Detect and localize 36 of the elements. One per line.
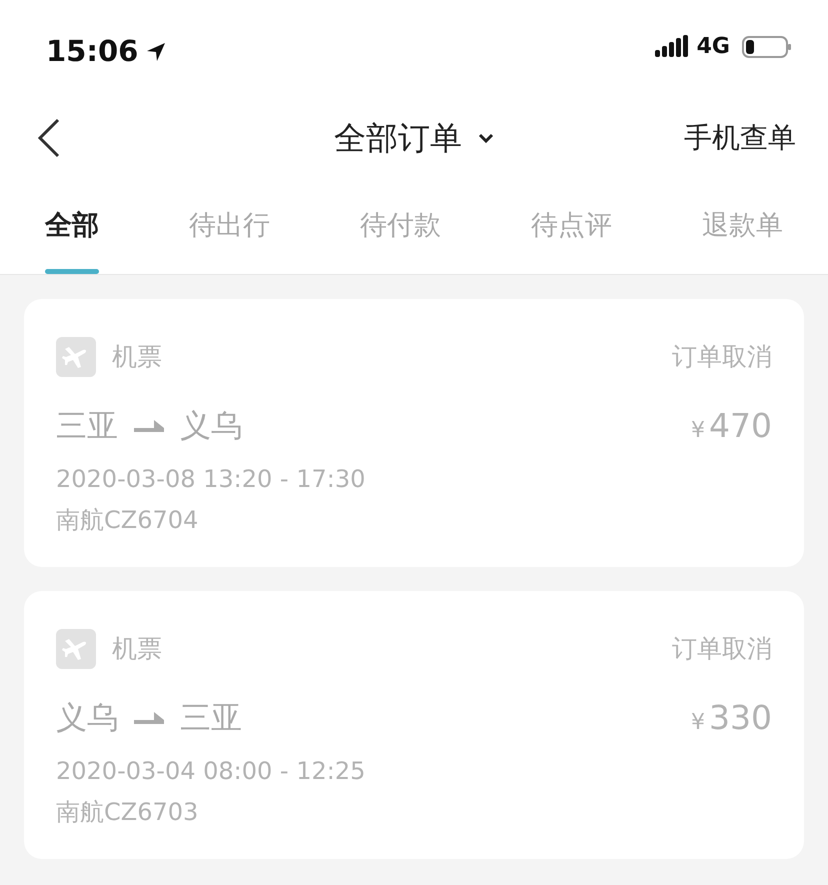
title-dropdown[interactable]: 全部订单 xyxy=(334,114,494,162)
order-card[interactable]: 机票 订单取消 三亚 义乌 ¥470 2020-03-08 13:20 - 17:30 南航CZ6704 xyxy=(24,299,804,567)
departure-city: 三亚 xyxy=(56,406,118,446)
plane-icon xyxy=(56,629,96,669)
order-category: 机票 xyxy=(112,633,162,666)
route-arrow-icon xyxy=(134,712,164,724)
order-status: 订单取消 xyxy=(672,341,772,374)
back-button[interactable] xyxy=(36,118,62,158)
flight-number: 南航CZ6703 xyxy=(56,796,200,828)
caret-icon xyxy=(478,132,494,144)
plane-icon xyxy=(56,337,96,377)
tab[interactable]: 待付款 xyxy=(335,178,466,274)
tab[interactable]: 全部 xyxy=(20,178,124,274)
battery-icon xyxy=(742,34,792,58)
order-price: 470 xyxy=(709,405,772,447)
order-category: 机票 xyxy=(112,341,162,374)
phone-lookup-button[interactable]: 手机查单 xyxy=(684,117,796,159)
flight-time: 2020-03-08 13:20 - 17:30 xyxy=(56,464,366,494)
tab[interactable]: 待点评 xyxy=(506,178,637,274)
flight-number: 南航CZ6704 xyxy=(56,504,200,536)
arrival-city: 三亚 xyxy=(180,698,242,738)
arrival-city: 义乌 xyxy=(180,406,242,446)
flight-time: 2020-03-04 08:00 - 12:25 xyxy=(56,756,366,786)
tab[interactable]: 退款单 xyxy=(677,178,808,274)
currency-symbol: ¥ xyxy=(691,709,705,737)
tab[interactable]: 待出行 xyxy=(164,178,295,274)
order-status: 订单取消 xyxy=(672,633,772,666)
location-icon xyxy=(146,42,166,62)
status-time: 15:06 xyxy=(46,33,138,70)
network-label: 4G xyxy=(696,33,730,61)
route-arrow-icon xyxy=(134,420,164,432)
signal-icon xyxy=(654,34,689,58)
order-card[interactable]: 机票 订单取消 义乌 三亚 ¥330 2020-03-04 08:00 - 12:25 南航CZ6703 xyxy=(24,591,804,859)
order-price: 330 xyxy=(709,697,772,739)
departure-city: 义乌 xyxy=(56,698,118,738)
currency-symbol: ¥ xyxy=(691,417,705,445)
